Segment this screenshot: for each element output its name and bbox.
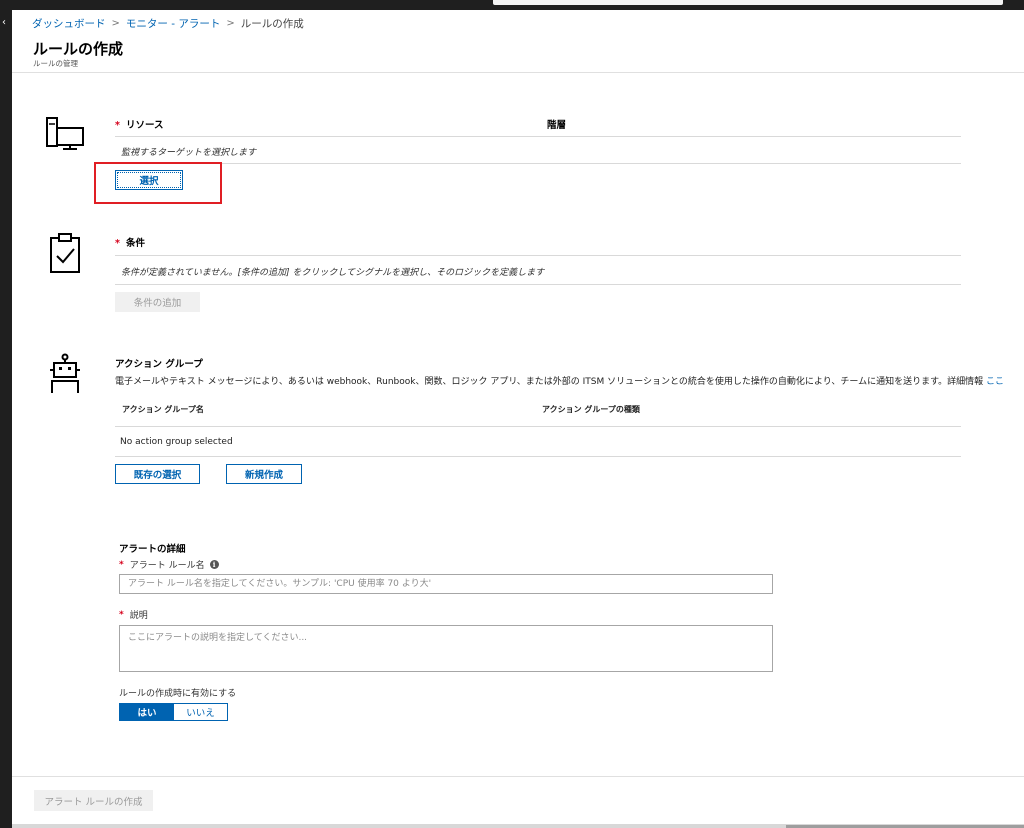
action-group-name-column-header: アクション グループ名 (122, 405, 204, 414)
select-existing-button[interactable]: 既存の選択 (115, 464, 200, 484)
required-mark: * (115, 120, 120, 131)
resource-row-divider (115, 163, 961, 164)
required-mark: * (119, 609, 124, 620)
info-icon[interactable]: i (209, 560, 219, 569)
resource-label: * リソース (115, 120, 164, 131)
action-group-row-divider (115, 456, 961, 457)
enable-toggle: はい いいえ (119, 703, 228, 721)
condition-hint: 条件が定義されていません。[条件の追加] をクリックしてシグナルを選択し、そのロ… (121, 268, 545, 278)
condition-header-divider (115, 255, 961, 256)
computer-icon (46, 117, 84, 150)
enable-on-create-label: ルールの作成時に有効にする (119, 689, 237, 699)
header-divider (12, 72, 1024, 73)
toggle-yes[interactable]: はい (120, 704, 174, 720)
toggle-no[interactable]: いいえ (174, 704, 227, 720)
top-search-box[interactable] (493, 0, 1003, 5)
breadcrumb-current: ルールの作成 (240, 18, 304, 30)
clipboard-check-icon (50, 233, 80, 273)
breadcrumb: ダッシュボード > モニター - アラート > ルールの作成 (32, 16, 304, 31)
chevron-left-icon[interactable]: ‹ (0, 15, 8, 31)
chevron-right-icon: > (226, 18, 235, 29)
top-bar (0, 0, 1024, 10)
action-group-description: 電子メールやテキスト メッセージにより、あるいは webhook、Runbook… (115, 377, 1005, 387)
action-group-header-divider (115, 426, 961, 427)
create-new-button[interactable]: 新規作成 (226, 464, 302, 484)
page-subtitle: ルールの管理 (33, 59, 78, 68)
footer-divider (12, 776, 1024, 777)
chevron-right-icon: > (111, 18, 120, 29)
robot-icon (50, 353, 80, 393)
learn-more-link[interactable]: ここ (986, 377, 1004, 387)
select-resource-button[interactable]: 選択 (115, 170, 183, 190)
action-group-type-column-header: アクション グループの種類 (542, 405, 640, 414)
required-mark: * (115, 238, 120, 249)
add-condition-button[interactable]: 条件の追加 (115, 292, 200, 312)
hierarchy-column-header: 階層 (547, 120, 567, 131)
resource-header-divider (115, 136, 961, 137)
page-title: ルールの作成 (33, 40, 124, 58)
resource-hint: 監視するターゲットを選択します (121, 148, 257, 158)
no-action-group-text: No action group selected (120, 437, 233, 447)
create-rule-panel: ダッシュボード > モニター - アラート > ルールの作成 ルールの作成 ルー… (12, 10, 1024, 828)
condition-row-divider (115, 284, 961, 285)
create-alert-rule-button[interactable]: アラート ルールの作成 (34, 790, 153, 811)
description-textarea[interactable]: ここにアラートの説明を指定してください... (119, 625, 773, 672)
rule-name-label: * アラート ルール名 i (119, 558, 219, 571)
description-label: * 説明 (119, 609, 148, 622)
breadcrumb-dashboard[interactable]: ダッシュボード (32, 16, 106, 31)
rule-name-input[interactable]: アラート ルール名を指定してください。サンプル: 'CPU 使用率 70 より大… (119, 574, 773, 594)
required-mark: * (119, 559, 124, 570)
condition-label: * 条件 (115, 238, 145, 249)
alert-details-heading: アラートの詳細 (119, 544, 186, 555)
action-group-label: アクション グループ (115, 359, 203, 370)
breadcrumb-monitor-alerts[interactable]: モニター - アラート (126, 16, 220, 31)
